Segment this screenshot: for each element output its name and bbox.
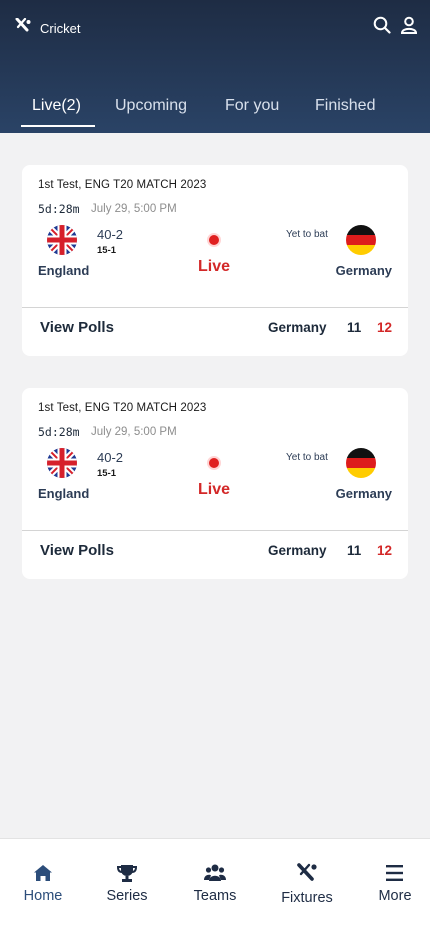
tab-upcoming[interactable]: Upcoming [115,97,187,115]
app-title: Cricket [40,21,81,36]
match-score: 40-2 [97,227,124,242]
nav-more[interactable]: More [352,839,430,926]
poll-team: Germany [268,543,327,558]
match-status: Live [198,258,231,275]
match-overs: 15-1 [97,468,117,479]
nav-teams-label: Teams [193,888,237,904]
menu-icon [384,863,406,883]
view-polls-link[interactable]: View Polls [40,319,114,336]
poll-value-a: 11 [347,543,362,558]
match-title: 1st Test, ENG T20 MATCH 2023 [38,179,207,191]
search-icon[interactable] [373,16,391,39]
match-countdown: 5d:28m [38,425,80,439]
match-status: Live [198,481,231,498]
live-indicator-icon [207,456,221,470]
nav-fixtures[interactable]: Fixtures [264,839,350,926]
match-date: July 29, 5:00 PM [91,203,177,215]
team-right-status: Yet to bat [286,452,328,463]
active-tab-indicator [21,125,95,127]
team-left-name: England [38,486,90,501]
nav-series-label: Series [106,888,148,904]
team-right-status: Yet to bat [286,229,328,240]
match-card[interactable]: 1st Test, ENG T20 MATCH 2023 5d:28m July… [22,388,408,579]
tab-finished[interactable]: Finished [315,97,375,115]
user-icon[interactable] [400,16,418,39]
match-overs: 15-1 [97,245,117,256]
cricket-bat-icon [14,17,32,39]
team-right-name: Germany [335,263,392,278]
home-icon [32,863,54,883]
tab-live[interactable]: Live(2) [32,97,81,115]
tab-for-you[interactable]: For you [225,97,279,115]
nav-home[interactable]: Home [0,839,86,926]
match-date: July 29, 5:00 PM [91,426,177,438]
match-card[interactable]: 1st Test, ENG T20 MATCH 2023 5d:28m July… [22,165,408,356]
nav-series[interactable]: Series [84,839,170,926]
view-polls-link[interactable]: View Polls [40,542,114,559]
nav-teams[interactable]: Teams [172,839,258,926]
cricket-bat-icon [296,863,318,883]
team-left-name: England [38,263,90,278]
trophy-icon [116,863,138,883]
team-right-name: Germany [335,486,392,501]
brand[interactable]: Cricket [14,17,81,39]
card-divider [22,307,408,308]
poll-team: Germany [268,320,327,335]
nav-more-label: More [378,888,412,904]
match-title: 1st Test, ENG T20 MATCH 2023 [38,402,207,414]
germany-flag-icon [346,225,376,255]
england-flag-icon [47,448,77,478]
england-flag-icon [47,225,77,255]
card-divider [22,530,408,531]
tab-bar: Live(2) Upcoming For you Finished [0,97,430,127]
match-countdown: 5d:28m [38,202,80,216]
live-indicator-icon [207,233,221,247]
app-header: Cricket Live(2) Upcoming For you Finishe… [0,0,430,133]
germany-flag-icon [346,448,376,478]
teams-icon [204,863,226,883]
poll-value-b: 12 [377,320,393,335]
bottom-nav: Home Series Teams Fixtures More [0,838,430,926]
match-score: 40-2 [97,450,124,465]
poll-value-b: 12 [377,543,393,558]
poll-value-a: 11 [347,320,362,335]
nav-home-label: Home [23,888,63,904]
nav-fixtures-label: Fixtures [281,890,333,906]
